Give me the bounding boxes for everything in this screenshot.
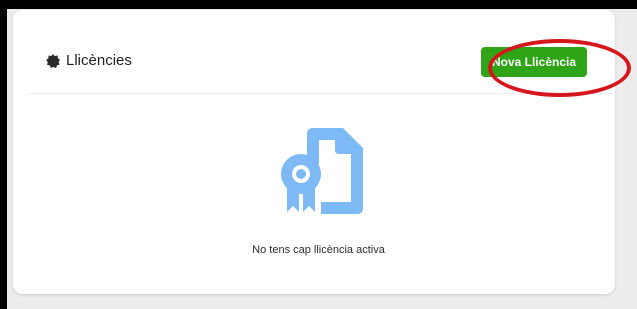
empty-state-message: No tens cap llicència activa — [252, 244, 385, 256]
new-license-button[interactable]: Nova Llicència — [481, 47, 587, 77]
badge-icon — [46, 53, 60, 68]
card-title-group: Llicències — [46, 52, 132, 69]
page-title: Llicències — [66, 52, 132, 69]
license-document-icon — [281, 128, 363, 214]
card-header: Llicències Nova Llicència — [28, 19, 631, 97]
